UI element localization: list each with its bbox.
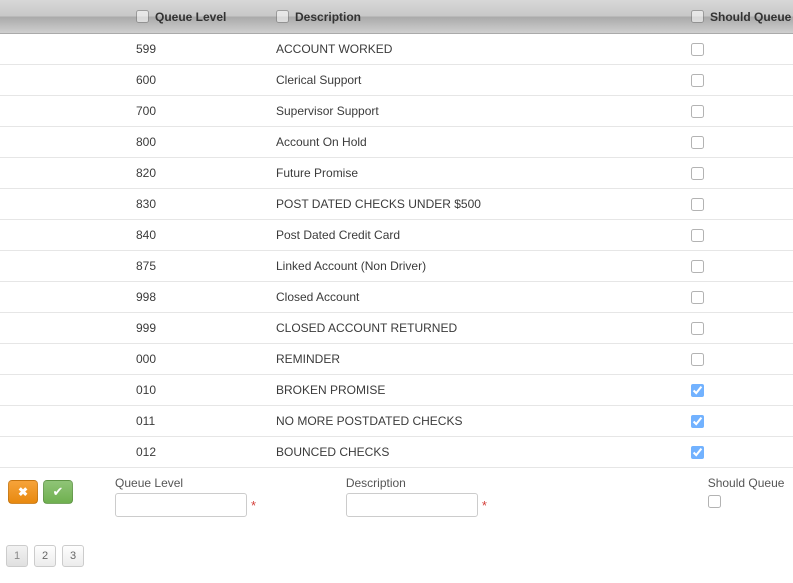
queue-level-cell: 599 — [136, 42, 156, 56]
table-row[interactable]: 800 Account On Hold — [0, 127, 793, 158]
description-cell: Future Promise — [276, 166, 358, 180]
should-queue-checkbox[interactable] — [691, 415, 704, 428]
description-cell: Closed Account — [276, 290, 359, 304]
col-header-description[interactable]: Description — [295, 10, 361, 24]
description-cell: CLOSED ACCOUNT RETURNED — [276, 321, 457, 335]
description-cell: BOUNCED CHECKS — [276, 445, 389, 459]
should-queue-checkbox[interactable] — [691, 136, 704, 149]
required-mark: * — [482, 498, 487, 513]
col-header-should-queue[interactable]: Should Queue — [710, 10, 791, 24]
should-queue-checkbox[interactable] — [691, 43, 704, 56]
close-icon: ✖ — [18, 485, 28, 499]
should-queue-checkbox[interactable] — [691, 167, 704, 180]
description-cell: ACCOUNT WORKED — [276, 42, 392, 56]
page-button-2[interactable]: 2 — [34, 545, 56, 567]
description-cell: Clerical Support — [276, 73, 361, 87]
queue-level-cell: 600 — [136, 73, 156, 87]
should-queue-checkbox[interactable] — [691, 105, 704, 118]
should-queue-checkbox[interactable] — [691, 74, 704, 87]
cancel-button[interactable]: ✖ — [8, 480, 38, 504]
table-row[interactable]: 600 Clerical Support — [0, 65, 793, 96]
page-button-1[interactable]: 1 — [6, 545, 28, 567]
should-queue-checkbox[interactable] — [691, 322, 704, 335]
table-row[interactable]: 010 BROKEN PROMISE — [0, 375, 793, 406]
select-all-should-queue-checkbox[interactable] — [691, 10, 704, 23]
table-header: Queue Level Description Should Queue — [0, 0, 793, 34]
description-cell: Linked Account (Non Driver) — [276, 259, 426, 273]
col-header-queue-level[interactable]: Queue Level — [155, 10, 226, 24]
queue-level-cell: 800 — [136, 135, 156, 149]
queue-level-cell: 840 — [136, 228, 156, 242]
table-row[interactable]: 000 REMINDER — [0, 344, 793, 375]
check-icon: ✔ — [53, 484, 64, 500]
select-all-queue-level-checkbox[interactable] — [136, 10, 149, 23]
queue-level-input[interactable] — [115, 493, 247, 517]
queue-level-cell: 000 — [136, 352, 156, 366]
table-row[interactable]: 998 Closed Account — [0, 282, 793, 313]
form-description-label: Description — [346, 476, 406, 490]
select-all-description-checkbox[interactable] — [276, 10, 289, 23]
pagination: 123 — [0, 527, 793, 573]
table-row[interactable]: 999 CLOSED ACCOUNT RETURNED — [0, 313, 793, 344]
table-row[interactable]: 599 ACCOUNT WORKED — [0, 34, 793, 65]
queue-level-cell: 700 — [136, 104, 156, 118]
page-button-3[interactable]: 3 — [62, 545, 84, 567]
should-queue-checkbox[interactable] — [691, 198, 704, 211]
form-should-queue-label: Should Queue — [708, 476, 785, 490]
queue-level-cell: 998 — [136, 290, 156, 304]
description-cell: BROKEN PROMISE — [276, 383, 385, 397]
table-row[interactable]: 011 NO MORE POSTDATED CHECKS — [0, 406, 793, 437]
queue-level-cell: 999 — [136, 321, 156, 335]
description-cell: Post Dated Credit Card — [276, 228, 400, 242]
table-row[interactable]: 700 Supervisor Support — [0, 96, 793, 127]
queue-level-cell: 010 — [136, 383, 156, 397]
table-row[interactable]: 012 BOUNCED CHECKS — [0, 437, 793, 468]
description-cell: Account On Hold — [276, 135, 367, 149]
should-queue-checkbox[interactable] — [691, 446, 704, 459]
table-row[interactable]: 875 Linked Account (Non Driver) — [0, 251, 793, 282]
queue-table: Queue Level Description Should Queue 599… — [0, 0, 793, 527]
description-cell: POST DATED CHECKS UNDER $500 — [276, 197, 481, 211]
should-queue-checkbox[interactable] — [691, 353, 704, 366]
form-queue-level-label: Queue Level — [115, 476, 183, 490]
queue-level-cell: 012 — [136, 445, 156, 459]
should-queue-checkbox[interactable] — [691, 229, 704, 242]
add-row-form: ✖ ✔ Queue Level * Description * Should Q… — [0, 468, 793, 527]
description-cell: NO MORE POSTDATED CHECKS — [276, 414, 462, 428]
confirm-button[interactable]: ✔ — [43, 480, 73, 504]
queue-level-cell: 011 — [136, 414, 155, 428]
description-cell: Supervisor Support — [276, 104, 379, 118]
table-row[interactable]: 820 Future Promise — [0, 158, 793, 189]
queue-level-cell: 875 — [136, 259, 156, 273]
required-mark: * — [251, 498, 256, 513]
should-queue-checkbox[interactable] — [691, 260, 704, 273]
description-cell: REMINDER — [276, 352, 340, 366]
queue-level-cell: 820 — [136, 166, 156, 180]
should-queue-input[interactable] — [708, 495, 721, 508]
table-row[interactable]: 830 POST DATED CHECKS UNDER $500 — [0, 189, 793, 220]
should-queue-checkbox[interactable] — [691, 291, 704, 304]
should-queue-checkbox[interactable] — [691, 384, 704, 397]
queue-level-cell: 830 — [136, 197, 156, 211]
description-input[interactable] — [346, 493, 478, 517]
table-row[interactable]: 840 Post Dated Credit Card — [0, 220, 793, 251]
